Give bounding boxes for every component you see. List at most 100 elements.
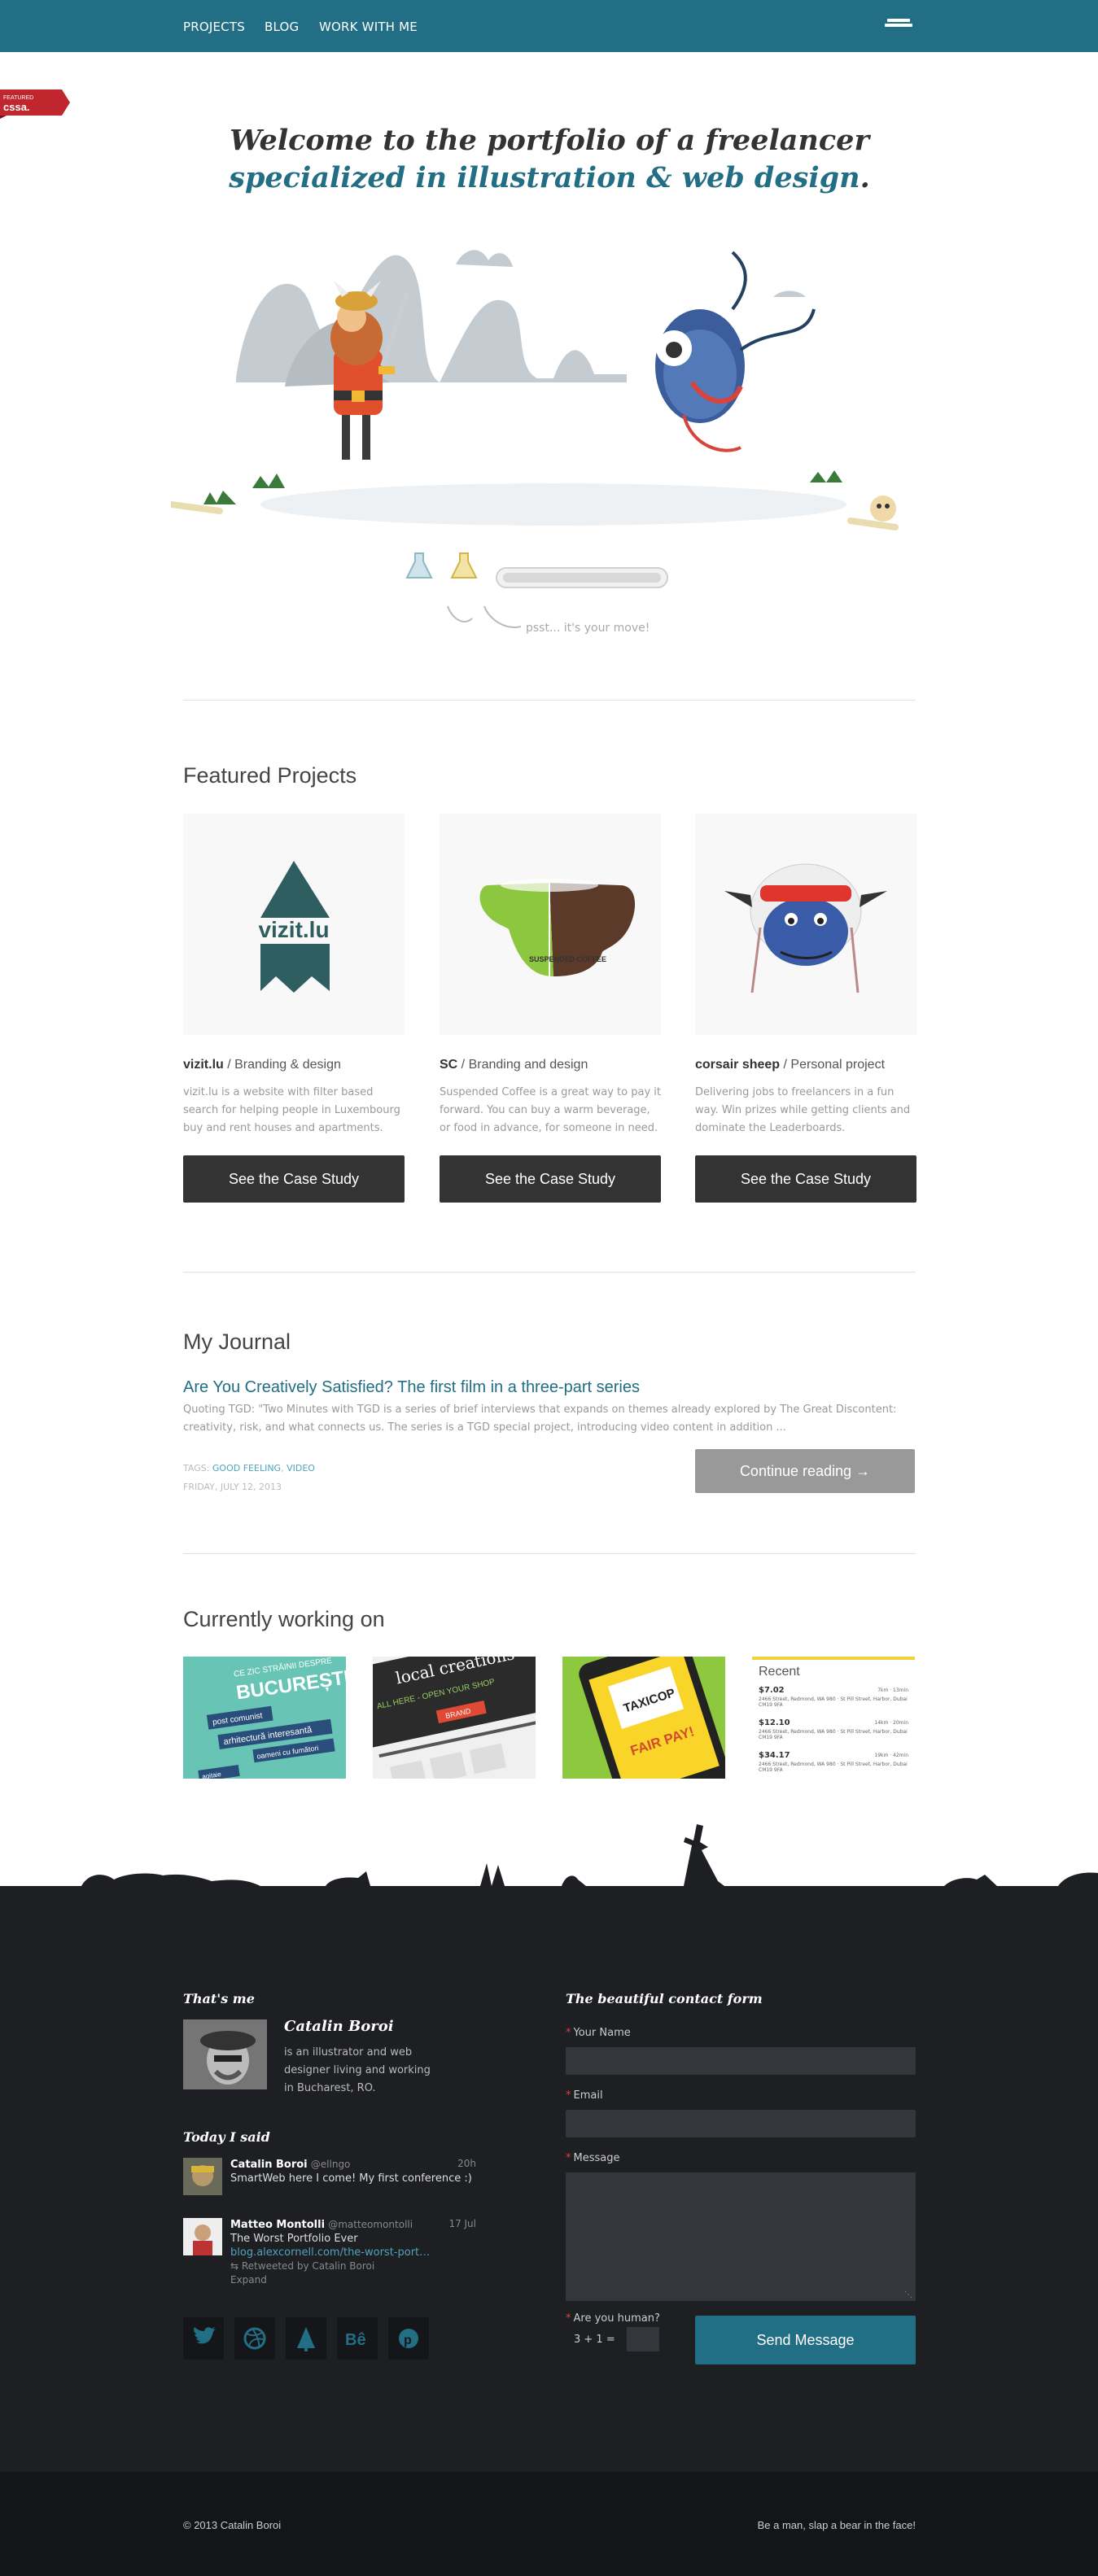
tweet-link[interactable]: blog.alexcornell.com/the-worst-port… bbox=[230, 2246, 430, 2259]
journal-post-title[interactable]: Are You Creatively Satisfied? The first … bbox=[183, 1378, 640, 1397]
message-field[interactable]: ⋱ bbox=[566, 2172, 916, 2301]
robot-character bbox=[655, 251, 816, 452]
retweet-label: Retweeted by Catalin Boroi bbox=[241, 2260, 375, 2272]
project-thumb[interactable]: vizit.lu bbox=[183, 814, 405, 1035]
project-name: vizit.lu bbox=[183, 1058, 224, 1072]
tweet-author[interactable]: Catalin Boroi bbox=[230, 2159, 308, 2171]
copyright: © 2013 Catalin Boroi bbox=[183, 2519, 282, 2531]
footer-tagline: Be a man, slap a bear in the face! bbox=[757, 2519, 916, 2531]
behance-icon[interactable]: Bê bbox=[337, 2317, 378, 2360]
project-thumb[interactable] bbox=[695, 814, 916, 1035]
project-thumb[interactable]: SUSPENDED COFFEE bbox=[440, 814, 661, 1035]
vizit-logo-text: vizit.lu bbox=[258, 917, 329, 942]
project-desc: Delivering jobs to freelancers in a fun … bbox=[695, 1086, 911, 1134]
footer-silhouette bbox=[0, 1824, 1098, 1888]
human-label: * Are you human? bbox=[566, 2312, 660, 2325]
tweet: Catalin Boroi @ellngo SmartWeb here I co… bbox=[183, 2158, 476, 2198]
coffee-logo-text: SUSPENDED COFFEE bbox=[529, 955, 606, 963]
ride-meta: 7km · 13min bbox=[877, 1687, 908, 1693]
divider bbox=[183, 700, 916, 701]
featured-ribbon[interactable]: FEATURED cssa. bbox=[0, 86, 70, 119]
tweet-handle[interactable]: @matteomontolli bbox=[328, 2219, 413, 2230]
work-thumb-bucuresti[interactable]: CE ZIC STRĂINII DESPRE BUCUREȘTI post co… bbox=[183, 1657, 346, 1779]
recent-row: $7.02 7km · 13min 2466 Street, Redmond, … bbox=[759, 1686, 908, 1708]
nav-blog[interactable]: BLOG bbox=[265, 20, 299, 34]
case-study-button[interactable]: See the Case Study bbox=[183, 1155, 405, 1203]
captcha-field[interactable] bbox=[627, 2327, 659, 2351]
avatar bbox=[183, 2019, 267, 2089]
ride-meta: 14km · 20min bbox=[874, 1720, 908, 1726]
work-thumb-art: local creations ALL HERE - OPEN YOUR SHO… bbox=[373, 1657, 536, 1779]
author-name: Catalin Boroi bbox=[284, 2018, 394, 2035]
work-thumb-local-creations[interactable]: local creations ALL HERE - OPEN YOUR SHO… bbox=[373, 1657, 536, 1779]
ride-amount: $12.10 bbox=[759, 1718, 790, 1727]
tweet-expand[interactable]: Expand bbox=[230, 2274, 267, 2286]
dribbble-icon[interactable] bbox=[234, 2317, 275, 2360]
captcha-question: 3 + 1 = bbox=[574, 2334, 615, 2346]
work-thumb-taxicop[interactable]: TAXICOP FAIR PAY! bbox=[562, 1657, 725, 1779]
tweets-heading: Today I said bbox=[183, 2129, 270, 2145]
ride-amount: $34.17 bbox=[759, 1751, 790, 1760]
work-thumb-art: CE ZIC STRĂINII DESPRE BUCUREȘTI post co… bbox=[183, 1657, 346, 1779]
project-name: SC bbox=[440, 1058, 458, 1072]
tweet-text: The Worst Portfolio Ever bbox=[230, 2233, 358, 2245]
tweet-text: SmartWeb here I come! My first conferenc… bbox=[230, 2172, 472, 2185]
journal-date: FRIDAY, JULY 12, 2013 bbox=[183, 1482, 282, 1492]
recent-title: Recent bbox=[759, 1665, 800, 1679]
message-label: * Message bbox=[566, 2152, 620, 2164]
tag-link[interactable]: GOOD FEELING bbox=[212, 1463, 281, 1474]
hamburger-icon[interactable] bbox=[884, 19, 913, 32]
about-heading: That's me bbox=[183, 1991, 255, 2006]
hero-title-end: . bbox=[860, 161, 870, 194]
ride-address: 2466 Street, Redmond, WA 980 · St Pill S… bbox=[759, 1729, 908, 1740]
top-nav: PROJECTS BLOG WORK WITH ME bbox=[0, 0, 1098, 52]
send-message-button[interactable]: Send Message bbox=[695, 2316, 916, 2364]
case-study-button[interactable]: See the Case Study bbox=[695, 1155, 916, 1203]
tweet-handle[interactable]: @ellngo bbox=[311, 2159, 351, 2170]
retweet-icon: ⇆ bbox=[230, 2260, 242, 2272]
journal-tags: TAGS: GOOD FEELING, VIDEO bbox=[183, 1463, 315, 1474]
nav-projects[interactable]: PROJECTS bbox=[183, 20, 245, 34]
name-label: * Your Name bbox=[566, 2027, 631, 2039]
journal-heading: My Journal bbox=[183, 1329, 291, 1354]
tags-label: TAGS: bbox=[183, 1463, 212, 1474]
project-desc: vizit.lu is a website with filter based … bbox=[183, 1086, 400, 1134]
project-category: / Branding & design bbox=[223, 1058, 341, 1072]
continue-reading-button[interactable]: Continue reading → bbox=[695, 1449, 915, 1493]
recent-row: $34.17 19km · 42min 2466 Street, Redmond… bbox=[759, 1751, 908, 1773]
hero-title-accent: specialized in illustration & web design bbox=[229, 161, 860, 194]
work-thumb-recent-rides[interactable]: Recent $7.02 7km · 13min 2466 Street, Re… bbox=[752, 1657, 915, 1779]
project-card-sc: SUSPENDED COFFEE SC / Branding and desig… bbox=[440, 814, 661, 1203]
featured-heading: Featured Projects bbox=[183, 763, 357, 788]
email-label: * Email bbox=[566, 2089, 603, 2102]
resize-handle-icon[interactable]: ⋱ bbox=[904, 2290, 912, 2299]
case-study-button[interactable]: See the Case Study bbox=[440, 1155, 661, 1203]
forrst-icon[interactable] bbox=[286, 2317, 326, 2360]
ride-meta: 19km · 42min bbox=[874, 1753, 908, 1758]
tweet-time[interactable]: 20h bbox=[457, 2158, 476, 2169]
hero-title-plain: Welcome to the portfolio of a freelancer bbox=[230, 124, 869, 157]
nav-work-with-me[interactable]: WORK WITH ME bbox=[319, 20, 418, 34]
ribbon-label-main: cssa. bbox=[3, 101, 30, 113]
ride-amount: $7.02 bbox=[759, 1686, 785, 1695]
tweet-time[interactable]: 17 Jul bbox=[448, 2218, 476, 2229]
game-hud bbox=[405, 552, 668, 588]
ribbon-label-top: FEATURED bbox=[3, 95, 33, 101]
psst-hint: psst... it's your move! bbox=[526, 622, 650, 635]
tweet-author[interactable]: Matteo Montolli bbox=[230, 2219, 325, 2231]
name-field[interactable] bbox=[566, 2047, 916, 2075]
project-desc: Suspended Coffee is a great way to pay i… bbox=[440, 1086, 661, 1134]
twitter-icon[interactable] bbox=[183, 2317, 224, 2360]
email-field[interactable] bbox=[566, 2110, 916, 2137]
pinterest-icon[interactable]: p bbox=[388, 2317, 429, 2360]
tag-link[interactable]: VIDEO bbox=[287, 1463, 315, 1474]
working-heading: Currently working on bbox=[183, 1607, 385, 1631]
work-thumb-art: TAXICOP FAIR PAY! bbox=[562, 1657, 725, 1779]
project-category: / Personal project bbox=[780, 1058, 886, 1072]
footer bbox=[0, 1886, 1098, 2472]
project-name: corsair sheep bbox=[695, 1058, 781, 1072]
project-card-corsair-sheep: corsair sheep / Personal project Deliver… bbox=[695, 814, 916, 1203]
hero-title: Welcome to the portfolio of a freelancer… bbox=[163, 122, 936, 197]
hero-illustration bbox=[171, 250, 899, 628]
tweet-avatar bbox=[183, 2158, 222, 2195]
